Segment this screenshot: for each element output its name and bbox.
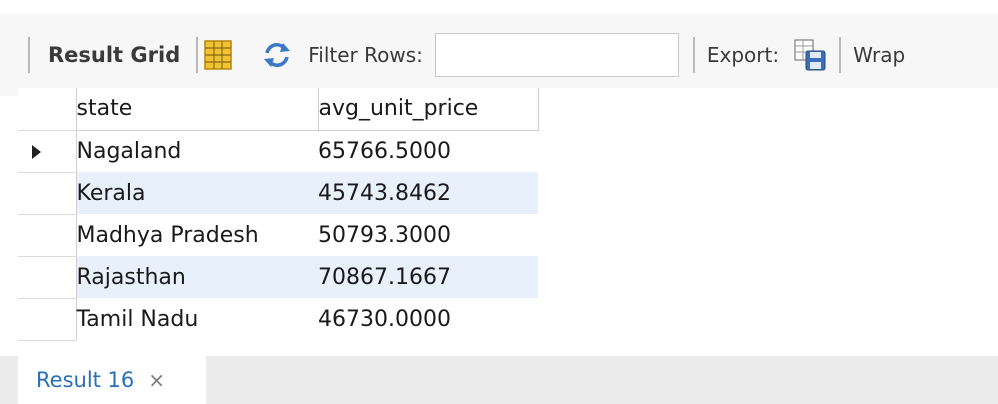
cell-avg-unit-price[interactable]: 70867.1667	[318, 256, 538, 298]
cell-state[interactable]: Nagaland	[76, 130, 318, 172]
toolbar-separator	[692, 37, 695, 73]
result-panel: Result Grid Filter Rows: Export: Wrap st…	[0, 0, 998, 404]
result-toolbar: Result Grid Filter Rows: Export: Wrap	[0, 14, 998, 96]
cell-state[interactable]: Rajasthan	[76, 256, 318, 298]
cell-avg-unit-price[interactable]: 46730.0000	[318, 298, 538, 340]
cell-avg-unit-price[interactable]: 65766.5000	[318, 130, 538, 172]
toolbar-separator	[196, 37, 199, 73]
column-header-avg-unit-price[interactable]: avg_unit_price	[318, 88, 539, 131]
cell-state[interactable]: Madhya Pradesh	[76, 214, 318, 256]
cell-avg-unit-price[interactable]: 50793.3000	[318, 214, 538, 256]
row-selector[interactable]	[18, 214, 77, 257]
cell-avg-unit-price[interactable]: 45743.8462	[318, 172, 538, 214]
table-row[interactable]: Kerala 45743.8462	[18, 172, 538, 215]
row-pointer-icon	[32, 144, 41, 159]
row-selector[interactable]	[18, 130, 77, 173]
result-grid-label[interactable]: Result Grid	[48, 43, 180, 67]
row-selector[interactable]	[18, 172, 77, 215]
export-label: Export:	[706, 43, 780, 67]
cell-state[interactable]: Tamil Nadu	[76, 298, 318, 340]
tab-result-16[interactable]: Result 16 ×	[18, 356, 206, 404]
row-selector[interactable]	[18, 298, 77, 341]
export-save-icon[interactable]	[793, 38, 827, 72]
result-table: state avg_unit_price Nagaland 65766.5000…	[18, 88, 539, 341]
filter-rows-label: Filter Rows:	[308, 43, 423, 67]
result-tab-strip: Result 16 ×	[0, 356, 998, 404]
cell-state[interactable]: Kerala	[76, 172, 318, 214]
toolbar-separator	[28, 37, 30, 73]
toolbar-separator	[839, 37, 842, 73]
close-icon[interactable]: ×	[148, 370, 165, 390]
result-tab-label[interactable]: Result 16	[36, 368, 134, 392]
wrap-label[interactable]: Wrap	[853, 43, 905, 67]
result-grid: state avg_unit_price Nagaland 65766.5000…	[18, 88, 998, 352]
header-row: state avg_unit_price	[18, 88, 539, 131]
table-row[interactable]: Rajasthan 70867.1667	[18, 256, 538, 299]
refresh-icon[interactable]	[262, 41, 292, 69]
filter-rows-input[interactable]	[434, 33, 679, 77]
table-row[interactable]: Nagaland 65766.5000	[18, 130, 538, 173]
table-row[interactable]: Tamil Nadu 46730.0000	[18, 298, 538, 341]
table-row[interactable]: Madhya Pradesh 50793.3000	[18, 214, 538, 257]
grid-layout-icon[interactable]	[204, 40, 232, 70]
column-header-state[interactable]: state	[76, 88, 319, 131]
row-selector[interactable]	[18, 256, 77, 299]
row-header-corner[interactable]	[18, 88, 77, 131]
